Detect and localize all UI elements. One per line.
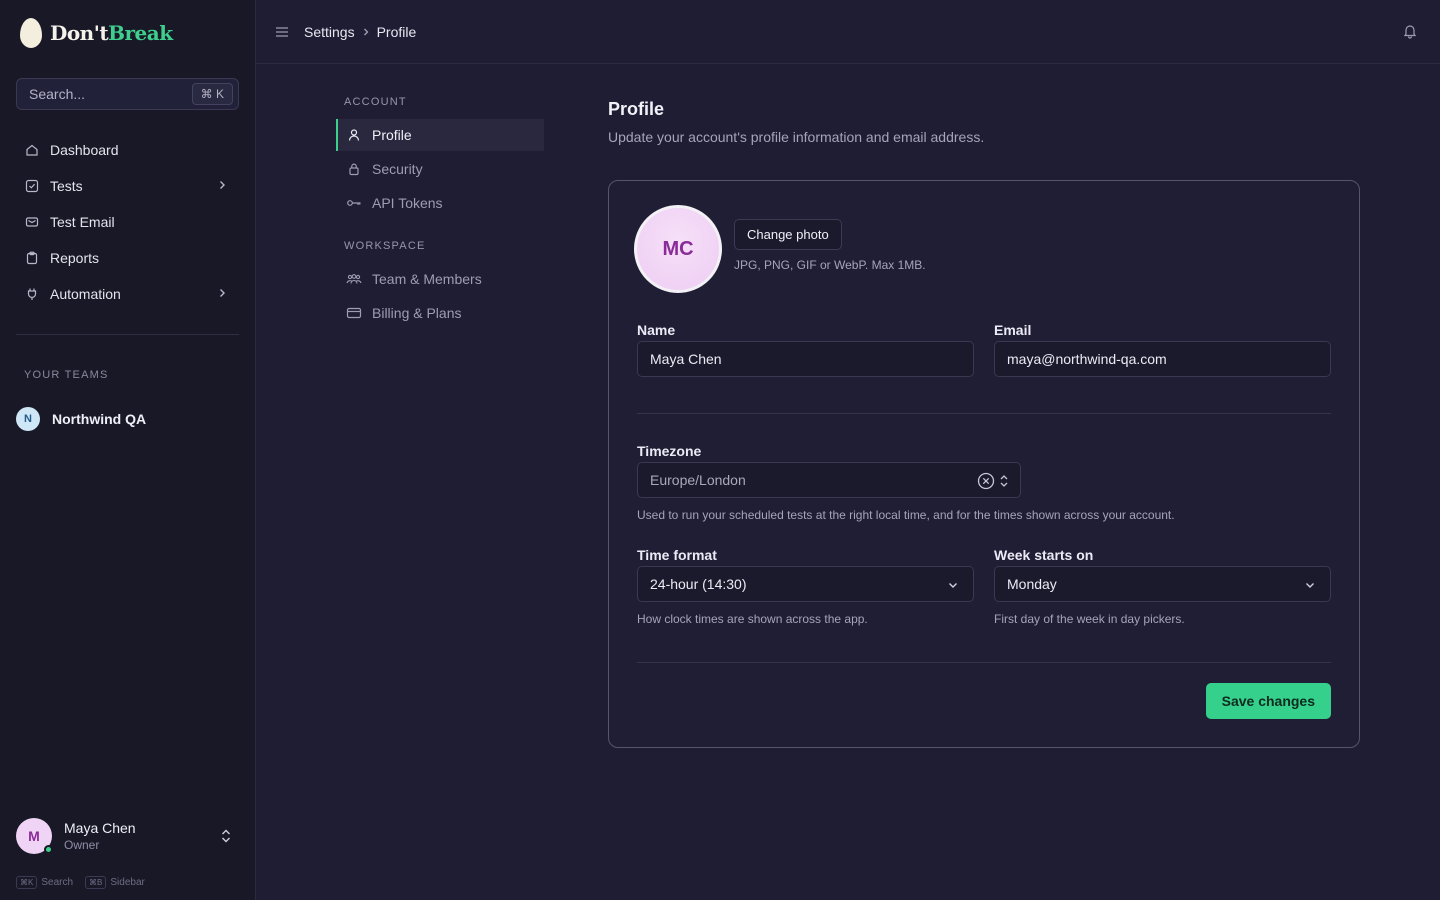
photo-hint: JPG, PNG, GIF or WebP. Max 1MB. bbox=[734, 258, 926, 272]
page-title: Profile bbox=[608, 99, 665, 119]
nav-item-label: Test Email bbox=[50, 214, 115, 230]
settings-nav-label: Team & Members bbox=[372, 271, 482, 287]
home-icon bbox=[24, 142, 40, 158]
chevron-right-icon[interactable] bbox=[215, 286, 229, 303]
settings-nav-profile[interactable]: Profile bbox=[336, 119, 544, 151]
logo-text: Don'tBreak bbox=[50, 21, 173, 45]
email-value: maya@northwind-qa.com bbox=[1007, 351, 1167, 367]
clipboard-icon bbox=[24, 250, 40, 266]
week-start-value: Monday bbox=[1007, 576, 1057, 592]
shortcut-label: Search bbox=[41, 877, 74, 888]
nav-item-reports[interactable]: Reports bbox=[16, 240, 239, 276]
shortcut-key: ⌘B bbox=[85, 876, 107, 889]
egg-logo-icon bbox=[20, 18, 42, 48]
breadcrumb: Settings Profile bbox=[304, 24, 416, 40]
settings-nav-label: Profile bbox=[372, 127, 412, 143]
user-name: Maya Chen bbox=[64, 820, 136, 836]
shortcut-label: Sidebar bbox=[110, 877, 145, 888]
nav-item-dashboard[interactable]: Dashboard bbox=[16, 132, 239, 168]
keyboard-shortcuts: ⌘K Search ⌘B Sidebar bbox=[16, 876, 157, 889]
team-item-northwind[interactable]: N Northwind QA bbox=[16, 407, 146, 431]
nav-item-label: Reports bbox=[50, 250, 100, 266]
account-heading: ACCOUNT bbox=[344, 96, 407, 108]
breadcrumb-settings[interactable]: Settings bbox=[304, 24, 355, 40]
chevron-down-icon bbox=[947, 578, 959, 594]
timezone-combobox[interactable]: Europe/London bbox=[637, 462, 1021, 498]
workspace-heading: WORKSPACE bbox=[344, 240, 426, 252]
user-avatar: M bbox=[16, 818, 53, 854]
users-icon bbox=[346, 271, 362, 287]
team-avatar: N bbox=[16, 407, 40, 431]
settings-nav-billing[interactable]: Billing & Plans bbox=[336, 297, 544, 329]
plug-icon bbox=[24, 286, 40, 302]
timezone-controls bbox=[977, 472, 1010, 493]
user-menu[interactable]: M Maya Chen Owner bbox=[16, 816, 239, 856]
user-icon bbox=[346, 127, 362, 143]
sidebar-divider bbox=[16, 334, 239, 335]
mail-icon bbox=[24, 214, 40, 230]
name-label: Name bbox=[637, 322, 676, 338]
menu-toggle-icon[interactable] bbox=[274, 24, 290, 43]
checkbox-icon bbox=[24, 178, 40, 194]
topbar: Settings Profile bbox=[256, 0, 1440, 64]
clear-circle-icon[interactable] bbox=[977, 472, 995, 493]
nav-item-automation[interactable]: Automation bbox=[16, 276, 239, 312]
settings-nav-label: API Tokens bbox=[372, 195, 443, 211]
time-format-value: 24-hour (14:30) bbox=[650, 576, 747, 592]
chevron-up-down-icon[interactable] bbox=[998, 472, 1010, 493]
time-format-hint: How clock times are shown across the app… bbox=[637, 612, 868, 626]
nav-item-tests[interactable]: Tests bbox=[16, 168, 239, 204]
main-nav: Dashboard Tests Test Email Reports Autom… bbox=[16, 132, 239, 312]
nav-item-test-email[interactable]: Test Email bbox=[16, 204, 239, 240]
settings-nav-team-members[interactable]: Team & Members bbox=[336, 263, 544, 295]
settings-nav-api-tokens[interactable]: API Tokens bbox=[336, 187, 544, 219]
nav-item-label: Dashboard bbox=[50, 142, 119, 158]
save-changes-button[interactable]: Save changes bbox=[1205, 683, 1331, 719]
nav-item-label: Automation bbox=[50, 286, 121, 302]
settings-nav-security[interactable]: Security bbox=[336, 153, 544, 185]
chevron-right-icon bbox=[361, 27, 371, 37]
team-name: Northwind QA bbox=[52, 411, 147, 427]
settings-nav-label: Billing & Plans bbox=[372, 305, 462, 321]
profile-card: MC Change photo JPG, PNG, GIF or WebP. M… bbox=[608, 180, 1360, 748]
settings-nav: ACCOUNT Profile Security API Tokens WORK… bbox=[336, 96, 544, 329]
bell-icon[interactable] bbox=[1402, 23, 1418, 42]
key-icon bbox=[346, 195, 362, 211]
settings-nav-label: Security bbox=[372, 161, 423, 177]
week-start-select[interactable]: Monday bbox=[994, 566, 1331, 602]
name-value: Maya Chen bbox=[650, 351, 722, 367]
chevron-down-icon bbox=[1304, 578, 1316, 594]
profile-avatar[interactable]: MC bbox=[634, 205, 722, 293]
teams-heading: YOUR TEAMS bbox=[24, 369, 109, 381]
search-shortcut-badge: ⌘ K bbox=[191, 83, 233, 105]
email-label: Email bbox=[994, 322, 1032, 338]
name-input[interactable]: Maya Chen bbox=[637, 341, 974, 377]
credit-card-icon bbox=[346, 305, 362, 321]
chevron-right-icon[interactable] bbox=[215, 178, 229, 195]
search-placeholder: Search... bbox=[29, 86, 86, 102]
email-input[interactable]: maya@northwind-qa.com bbox=[994, 341, 1331, 377]
timezone-label: Timezone bbox=[637, 443, 702, 459]
time-format-label: Time format bbox=[637, 547, 717, 563]
chevron-up-down-icon[interactable] bbox=[219, 827, 233, 848]
timezone-hint: Used to run your scheduled tests at the … bbox=[637, 508, 1175, 522]
week-start-label: Week starts on bbox=[994, 547, 1094, 563]
time-format-select[interactable]: 24-hour (14:30) bbox=[637, 566, 974, 602]
user-info: Maya Chen Owner bbox=[64, 820, 136, 852]
search-input[interactable]: Search... ⌘ K bbox=[16, 78, 239, 110]
lock-icon bbox=[346, 161, 362, 177]
shortcut-key: ⌘K bbox=[16, 876, 38, 889]
breadcrumb-profile: Profile bbox=[376, 24, 417, 40]
nav-item-label: Tests bbox=[50, 178, 83, 194]
week-start-hint: First day of the week in day pickers. bbox=[994, 612, 1185, 626]
page-subtitle: Update your account's profile informatio… bbox=[608, 129, 985, 145]
online-status-dot bbox=[44, 845, 53, 854]
app-logo[interactable]: Don'tBreak bbox=[20, 18, 173, 48]
change-photo-button[interactable]: Change photo bbox=[734, 219, 842, 250]
section-divider bbox=[637, 662, 1331, 663]
sidebar: Don'tBreak Search... ⌘ K Dashboard Tests… bbox=[0, 0, 256, 900]
timezone-value: Europe/London bbox=[650, 472, 746, 488]
section-divider bbox=[637, 413, 1331, 414]
user-role: Owner bbox=[64, 838, 100, 852]
